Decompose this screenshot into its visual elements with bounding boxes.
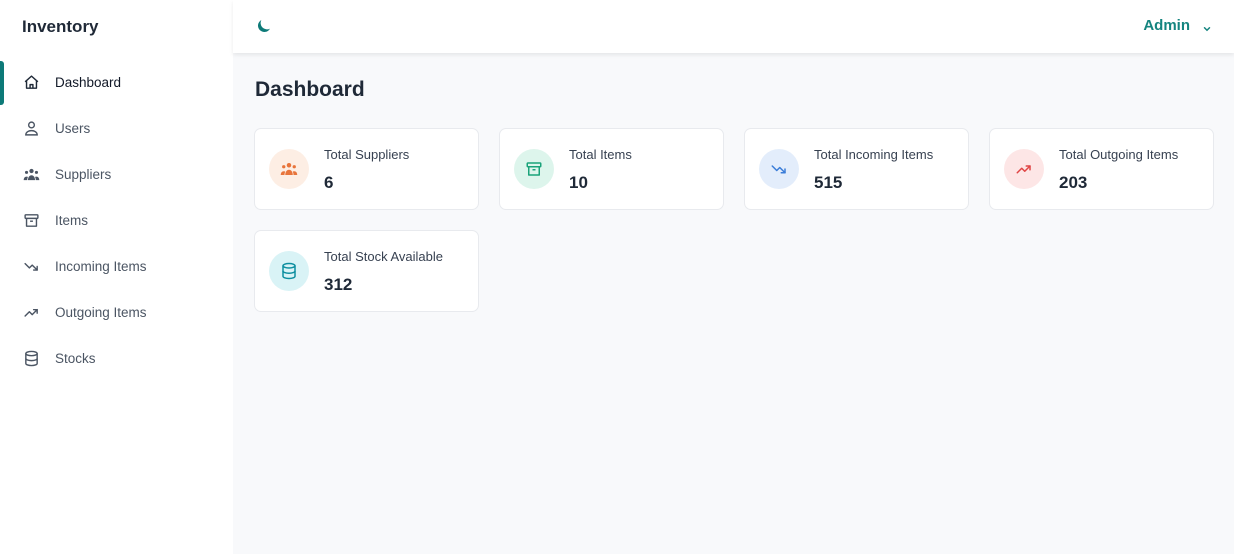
sidebar-nav: Dashboard Users Suppliers Items Incoming… [0, 59, 233, 381]
sidebar-item-label: Stocks [55, 350, 96, 366]
stat-label: Total Suppliers [324, 147, 410, 162]
stat-card-total-stock-available: Total Stock Available 312 [254, 230, 479, 312]
stat-value: 203 [1059, 173, 1088, 192]
user-menu[interactable]: Admin [1143, 17, 1212, 34]
archive-box-icon [22, 211, 40, 229]
sidebar-item-outgoing-items[interactable]: Outgoing Items [0, 289, 233, 335]
trend-up-icon [1004, 149, 1044, 189]
sidebar-item-label: Dashboard [55, 74, 122, 90]
moon-icon[interactable] [255, 17, 273, 35]
users-group-icon [22, 165, 40, 183]
database-icon [22, 349, 40, 367]
sidebar-item-dashboard[interactable]: Dashboard [0, 59, 233, 105]
trend-down-icon [22, 257, 40, 275]
stat-label: Total Items [569, 147, 632, 162]
stat-card-total-items: Total Items 10 [499, 128, 724, 210]
sidebar-item-label: Items [55, 212, 89, 228]
sidebar-item-label: Suppliers [55, 166, 112, 182]
sidebar-item-stocks[interactable]: Stocks [0, 335, 233, 381]
stat-value: 6 [324, 173, 334, 192]
chevron-down-icon [1202, 21, 1212, 31]
sidebar-item-label: Users [55, 120, 91, 136]
user-name: Admin [1143, 17, 1190, 34]
stat-value: 515 [814, 173, 843, 192]
sidebar-item-label: Outgoing Items [55, 304, 147, 320]
users-group-icon [269, 149, 309, 189]
stat-value: 312 [324, 275, 353, 294]
top-bar: Admin [233, 0, 1234, 53]
stat-label: Total Stock Available [324, 249, 443, 264]
trend-up-icon [22, 303, 40, 321]
sidebar-item-suppliers[interactable]: Suppliers [0, 151, 233, 197]
sidebar-item-users[interactable]: Users [0, 105, 233, 151]
trend-down-icon [759, 149, 799, 189]
sidebar: Inventory Dashboard Users Suppliers Item… [0, 0, 233, 554]
stat-label: Total Incoming Items [814, 147, 934, 162]
sidebar-item-label: Incoming Items [55, 258, 147, 274]
database-icon [269, 251, 309, 291]
stat-label: Total Outgoing Items [1059, 147, 1179, 162]
sidebar-item-incoming-items[interactable]: Incoming Items [0, 243, 233, 289]
archive-box-icon [514, 149, 554, 189]
home-icon [22, 73, 40, 91]
sidebar-item-items[interactable]: Items [0, 197, 233, 243]
user-icon [22, 119, 40, 137]
stat-value: 10 [569, 173, 588, 192]
stat-card-total-outgoing-items: Total Outgoing Items 203 [989, 128, 1214, 210]
app-brand: Inventory [22, 17, 99, 36]
page-title: Dashboard [255, 78, 365, 101]
stat-card-total-suppliers: Total Suppliers 6 [254, 128, 479, 210]
stat-card-total-incoming-items: Total Incoming Items 515 [744, 128, 969, 210]
